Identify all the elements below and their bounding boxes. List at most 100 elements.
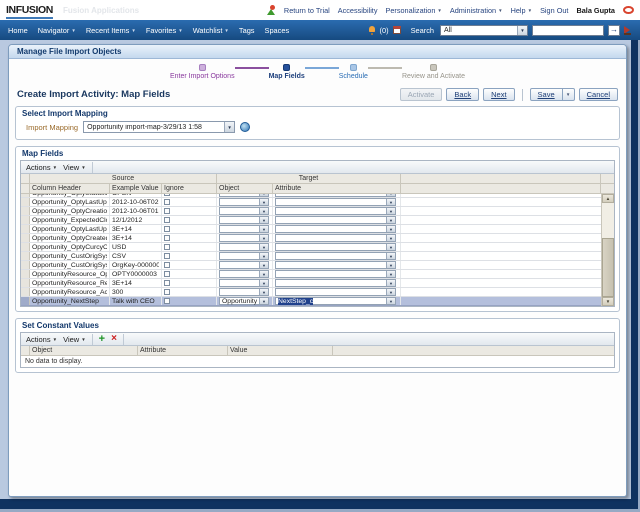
chevron-down-icon[interactable]: ▼ [259,199,268,205]
attribute-select[interactable]: ▼ [275,225,396,233]
chevron-down-icon[interactable]: ▼ [386,253,395,259]
row-selector[interactable] [21,288,30,296]
row-selector[interactable] [21,261,30,269]
table-row[interactable]: Opportunity_CustOrigSystemRefOrgKey-0000… [21,261,601,270]
back-button[interactable]: Back [446,88,479,101]
scrollbar-thumb[interactable] [602,238,614,297]
attribute-select[interactable]: ▼ [275,216,396,224]
ignore-checkbox[interactable] [164,235,170,241]
train-step-map-fields[interactable]: Map Fields [269,64,305,80]
object-select[interactable]: ▼ [219,216,269,224]
table-row[interactable]: OpportunityResource_OptyNumberOPTY000000… [21,270,601,279]
ignore-checkbox[interactable] [164,289,170,295]
chevron-down-icon[interactable]: ▼ [386,280,395,286]
attribute-select[interactable]: ▼ [275,194,396,197]
nav-navigator[interactable]: Navigator▼ [38,26,76,35]
object-select[interactable]: ▼ [219,279,269,287]
attribute-select[interactable]: ▼ [275,243,396,251]
row-selector[interactable] [21,234,30,242]
chevron-down-icon[interactable]: ▼ [259,194,268,196]
ignore-checkbox[interactable] [164,244,170,250]
chevron-down-icon[interactable]: ▼ [386,271,395,277]
object-select[interactable]: ▼ [219,252,269,260]
chevron-down-icon[interactable]: ▼ [386,226,395,232]
train-step-enter-import-options[interactable]: Enter Import Options [170,64,235,80]
scroll-up-icon[interactable]: ▲ [602,194,614,203]
attribute-select[interactable]: ▼ [275,234,396,242]
accessibility-link[interactable]: Accessibility [338,6,378,15]
attribute-select[interactable]: ▼ [275,279,396,287]
notifications-bell-icon[interactable] [368,26,376,35]
object-select[interactable]: Opportunity▼ [219,297,269,305]
ignore-checkbox[interactable] [164,217,170,223]
object-select[interactable]: ▼ [219,198,269,206]
administration-menu[interactable]: Administration▼ [450,6,503,15]
ignore-checkbox[interactable] [164,226,170,232]
chevron-down-icon[interactable]: ▼ [259,271,268,277]
attribute-select[interactable]: ▼ [275,207,396,215]
delete-row-icon[interactable]: × [111,334,117,344]
ignore-checkbox[interactable] [164,194,170,196]
table-row[interactable]: Opportunity_OptyLastUpdateDate2012-10-06… [21,198,601,207]
row-selector[interactable] [21,243,30,251]
table-row[interactable]: Opportunity_OptyCreatedBy3E+14▼▼ [21,234,601,243]
object-select[interactable]: ▼ [219,225,269,233]
view-menu[interactable]: View▼ [63,163,86,172]
object-select[interactable]: ▼ [219,243,269,251]
ignore-checkbox[interactable] [164,262,170,268]
help-menu[interactable]: Help▼ [511,6,532,15]
nav-spaces[interactable]: Spaces [265,26,290,35]
row-selector[interactable] [21,216,30,224]
ignore-checkbox[interactable] [164,298,170,304]
add-row-icon[interactable]: + [99,334,105,344]
chevron-down-icon[interactable]: ▼ [386,235,395,241]
chevron-down-icon[interactable]: ▼ [386,208,395,214]
view-menu[interactable]: View▼ [63,335,86,344]
cancel-button[interactable]: Cancel [579,88,618,101]
object-select[interactable]: ▼ [219,194,269,197]
object-select[interactable]: ▼ [219,270,269,278]
row-selector[interactable] [21,279,30,287]
chevron-down-icon[interactable]: ▼ [386,217,395,223]
chevron-down-icon[interactable]: ▼ [259,262,268,268]
table-row[interactable]: Opportunity_NextStepTalk with CEOOpportu… [21,297,601,306]
chevron-down-icon[interactable]: ▼ [386,194,395,196]
object-select[interactable]: ▼ [219,261,269,269]
chevron-down-icon[interactable]: ▼ [259,244,268,250]
attribute-select[interactable]: NextStep_c▼ [275,297,396,305]
object-select[interactable]: ▼ [219,234,269,242]
object-select[interactable]: ▼ [219,207,269,215]
row-selector[interactable] [21,297,30,305]
chevron-down-icon[interactable]: ▼ [259,208,268,214]
table-row[interactable]: OpportunityResource_AccessCode300▼▼ [21,288,601,297]
vertical-scrollbar[interactable]: ▲ ▼ [601,194,614,306]
attribute-select[interactable]: ▼ [275,270,396,278]
actions-menu[interactable]: Actions▼ [26,163,57,172]
chevron-down-icon[interactable]: ▼ [386,262,395,268]
chevron-down-icon[interactable]: ▼ [259,253,268,259]
chevron-down-icon[interactable]: ▼ [386,289,395,295]
row-selector[interactable] [21,225,30,233]
row-selector[interactable] [21,194,30,197]
chevron-down-icon[interactable]: ▼ [259,298,268,304]
refresh-mapping-icon[interactable] [240,122,250,132]
chevron-down-icon[interactable]: ▼ [259,280,268,286]
next-button[interactable]: Next [483,88,514,101]
attribute-select[interactable]: ▼ [275,288,396,296]
chevron-down-icon[interactable]: ▼ [224,122,234,132]
save-button[interactable]: Save [530,88,563,101]
row-selector[interactable] [21,270,30,278]
chevron-down-icon[interactable]: ▼ [259,235,268,241]
ignore-checkbox[interactable] [164,199,170,205]
chevron-down-icon[interactable]: ▼ [259,226,268,232]
ignore-checkbox[interactable] [164,280,170,286]
table-row[interactable]: OpportunityResource_ResourceId3E+14▼▼ [21,279,601,288]
chevron-down-icon[interactable]: ▼ [259,217,268,223]
table-row[interactable]: Opportunity_OptyCurcyCodeUSD▼▼ [21,243,601,252]
row-selector[interactable] [21,252,30,260]
save-dropdown-button[interactable]: ▼ [563,88,575,101]
chevron-down-icon[interactable]: ▼ [517,26,527,35]
nav-recent-items[interactable]: Recent Items▼ [86,26,136,35]
return-to-trial-link[interactable]: Return to Trial [284,6,330,15]
scrollbar-track[interactable] [602,203,614,297]
